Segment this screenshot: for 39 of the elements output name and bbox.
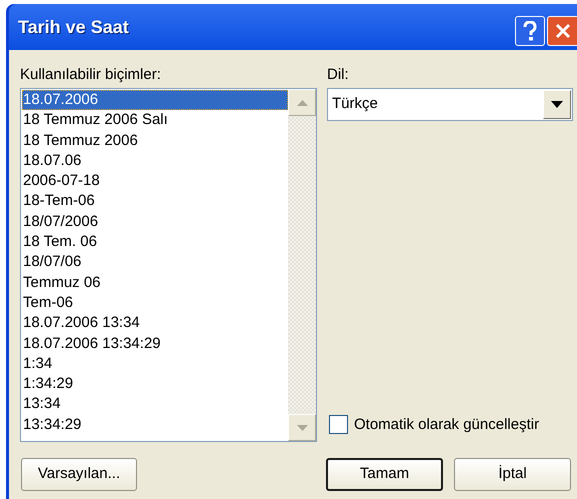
list-item[interactable]: 18 Tem. 06 bbox=[22, 232, 288, 252]
down-arrow-icon bbox=[296, 424, 308, 430]
list-item[interactable]: 18.07.2006 13:34 bbox=[22, 313, 288, 334]
caret-icon bbox=[551, 101, 563, 108]
language-label: Dil: bbox=[327, 65, 350, 85]
checkbox-label: Otomatik olarak güncelleştir bbox=[354, 414, 540, 434]
formats-label: Kullanılabilir biçimler: bbox=[20, 65, 162, 85]
question-mark-icon bbox=[523, 21, 537, 41]
formats-list[interactable]: 18.07.2006 18 Temmuz 2006 Salı 18 Temmuz 2006 18.07.06 2006-07-18 18-Tem-06 18/07/2006 18 Tem. 06 18/07/06 Temmuz 06 Tem-06 18.07.2006 13:34 18.07.2006 13:34:29 1:34 1:34:29 13:34 13:34:29 bbox=[20, 88, 317, 442]
scroll-up-button[interactable] bbox=[288, 89, 316, 116]
dialog-button[interactable]: İptal bbox=[454, 458, 571, 491]
list-item[interactable]: 13:34:29 bbox=[22, 414, 288, 436]
help-button[interactable] bbox=[515, 16, 545, 46]
list-item[interactable]: 18-Tem-06 bbox=[22, 191, 288, 212]
list-item[interactable]: 1:34 bbox=[22, 354, 288, 374]
list-item[interactable]: 18 Temmuz 2006 Salı bbox=[22, 110, 288, 131]
list-item[interactable]: 18.07.2006 bbox=[22, 90, 288, 110]
dropdown-value: Türkçe bbox=[332, 94, 379, 114]
dropdown-button[interactable] bbox=[543, 90, 571, 119]
list-item[interactable]: 18/07/2006 bbox=[22, 212, 288, 232]
window-title: Tarih ve Saat bbox=[18, 16, 129, 38]
list-item[interactable]: 18/07/06 bbox=[22, 252, 288, 273]
up-arrow-icon bbox=[296, 100, 308, 106]
close-icon bbox=[554, 23, 570, 39]
scroll-down-button[interactable] bbox=[288, 414, 316, 441]
dialog-button[interactable]: Tamam bbox=[326, 458, 443, 491]
dialog-button[interactable]: Varsayılan... bbox=[21, 458, 137, 491]
list-item[interactable]: Tem-06 bbox=[22, 292, 288, 314]
list-item[interactable]: Temmuz 06 bbox=[22, 272, 288, 293]
list-item[interactable]: 18 Temmuz 2006 bbox=[22, 130, 288, 151]
language-dropdown[interactable]: Türkçe bbox=[327, 88, 573, 121]
list-item[interactable]: 18.07.2006 13:34:29 bbox=[22, 334, 288, 354]
checkbox[interactable] bbox=[329, 415, 348, 434]
list-item[interactable]: 2006-07-18 bbox=[22, 171, 288, 192]
scrollbar[interactable] bbox=[288, 89, 316, 441]
list-item[interactable]: 18.07.06 bbox=[22, 150, 288, 172]
close-button[interactable] bbox=[547, 16, 577, 46]
list-item[interactable]: 1:34:29 bbox=[22, 374, 288, 394]
list-item[interactable]: 13:34 bbox=[22, 394, 288, 415]
